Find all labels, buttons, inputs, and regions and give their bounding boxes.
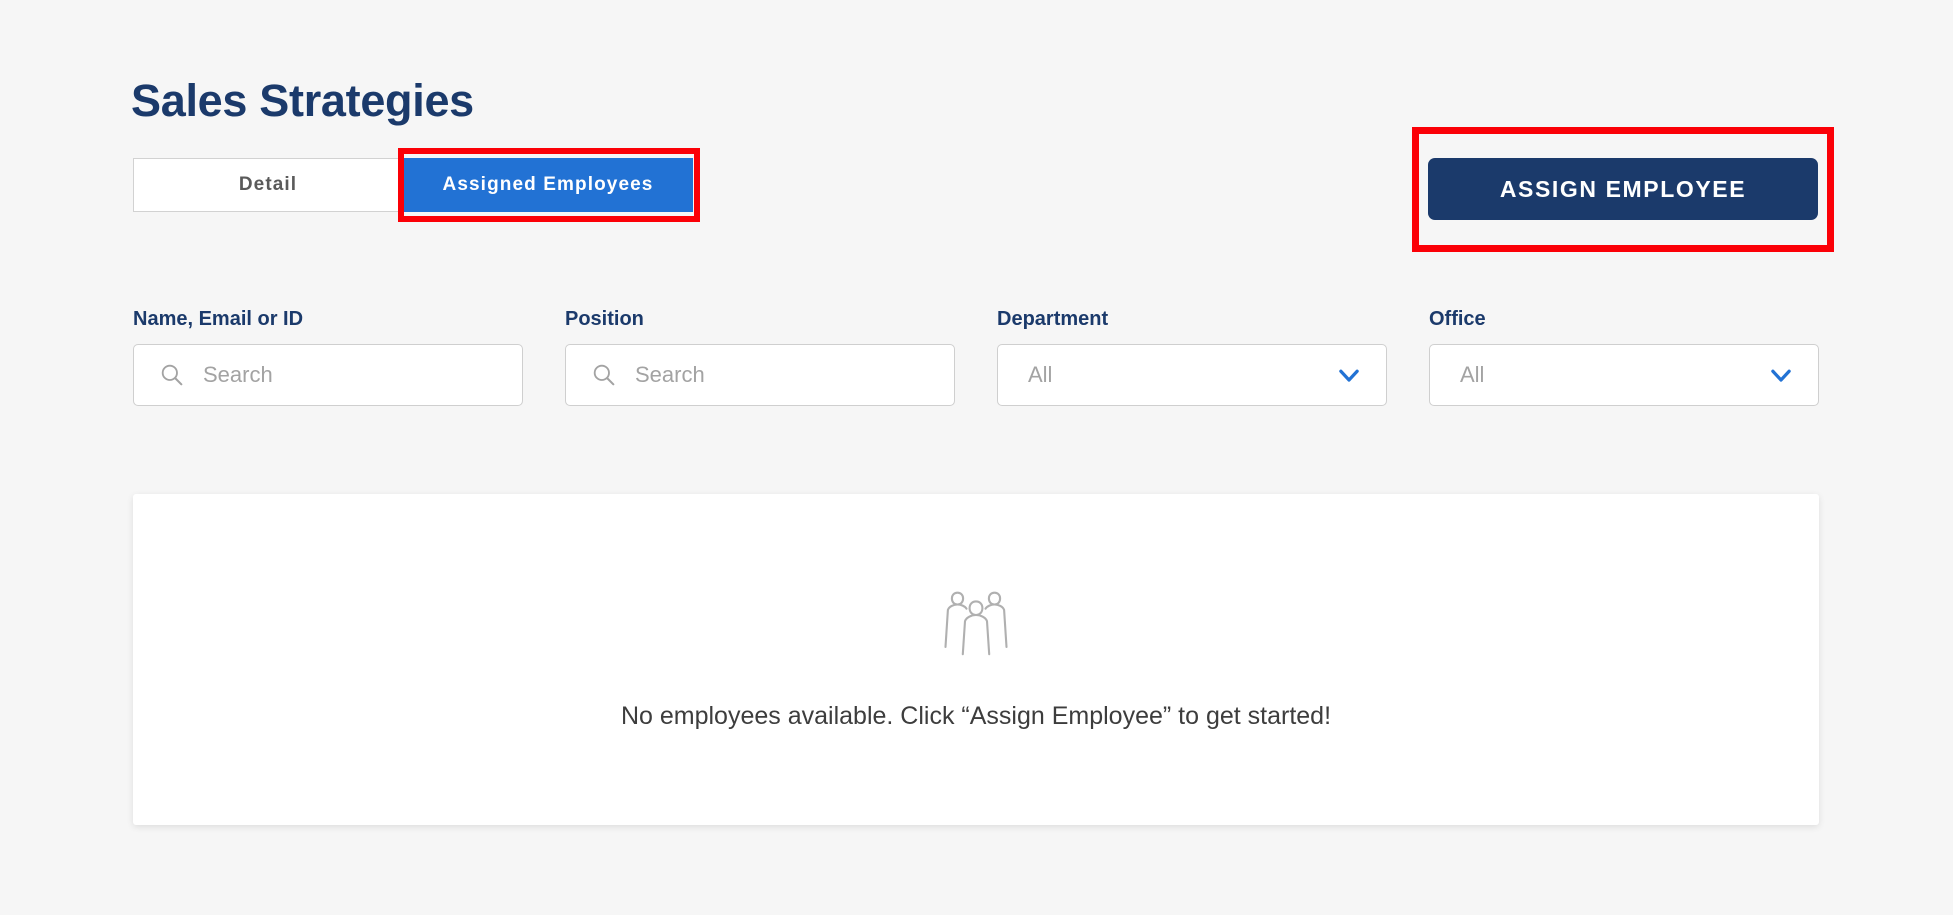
name-email-id-search-placeholder: Search [203,362,273,387]
position-search-field[interactable]: Search [565,344,955,406]
office-select[interactable]: All [1429,344,1819,406]
filter-name-email-id: Name, Email or ID Search [133,308,565,406]
name-email-id-search-field[interactable]: Search [133,344,523,406]
filter-department: Department All [997,308,1429,406]
tab-group: Detail Assigned Employees [133,158,693,212]
empty-state-message: No employees available. Click “Assign Em… [620,702,1332,730]
chevron-down-icon[interactable] [1334,360,1364,390]
filter-department-label: Department [997,308,1109,330]
filter-office: Office All [1429,308,1819,406]
employees-card: No employees available. Click “Assign Em… [133,494,1819,825]
page-title: Sales Strategies [131,75,474,127]
tab-detail-label: Detail [238,174,298,195]
tab-detail[interactable]: Detail [133,158,403,212]
filter-bar: Name, Email or ID Search Position Search… [133,308,1819,406]
department-select[interactable]: All [997,344,1387,406]
tab-assigned-employees[interactable]: Assigned Employees [403,158,693,212]
filter-office-label: Office [1429,308,1486,330]
search-icon [161,364,183,386]
chevron-down-icon[interactable] [1766,360,1796,390]
assign-employee-button-label: Assign Employee [1499,175,1747,202]
assign-employee-button[interactable]: Assign Employee [1428,158,1818,220]
filter-position: Position Search [565,308,997,406]
office-select-value: All [1460,362,1485,387]
tab-assigned-employees-label: Assigned Employees [442,174,654,195]
search-icon [593,364,615,386]
position-search-placeholder: Search [635,362,705,387]
filter-name-email-id-label: Name, Email or ID [133,308,304,330]
department-select-value: All [1028,362,1053,387]
filter-position-label: Position [565,308,644,330]
three-people-icon [944,591,1008,656]
